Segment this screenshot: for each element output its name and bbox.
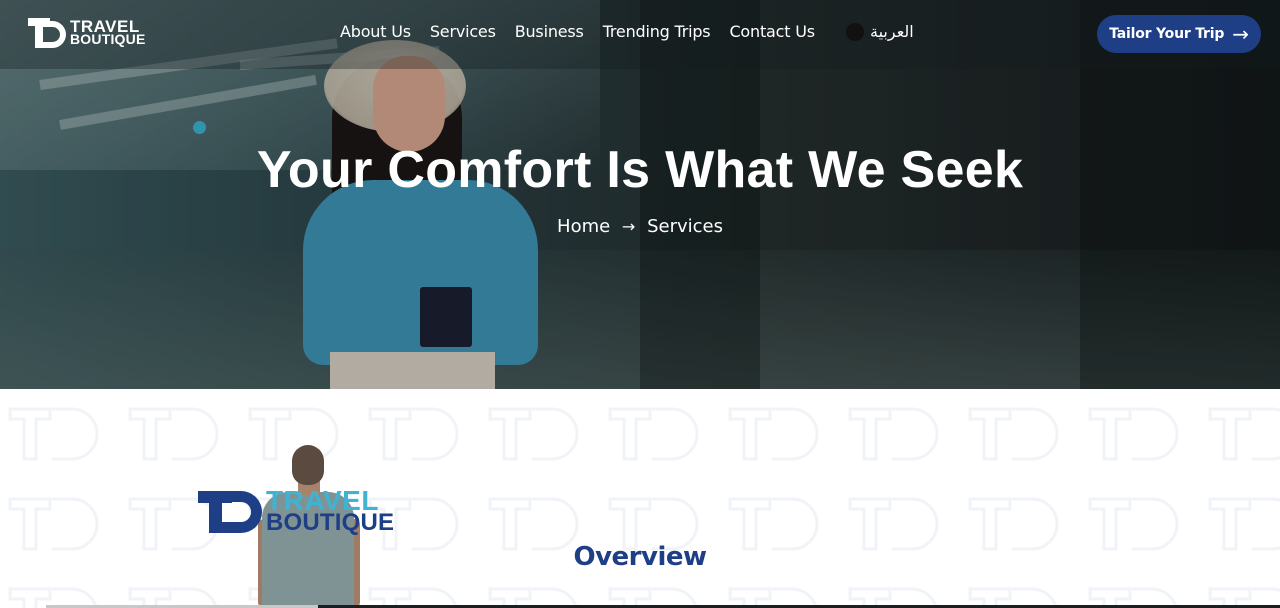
globe-icon: [846, 22, 864, 41]
language-switcher[interactable]: العربية: [846, 22, 914, 41]
tailor-your-trip-button[interactable]: Tailor Your Trip →: [1097, 15, 1261, 53]
brand-logo-icon: [28, 18, 68, 48]
brand-wordmark: TRAVEL BOUTIQUE: [266, 487, 395, 536]
main-menu: About Us Services Business Trending Trip…: [340, 22, 834, 41]
section-title: Overview: [573, 542, 707, 572]
brand-logo-icon: [198, 487, 264, 537]
brand-line-2: BOUTIQUE: [266, 509, 395, 536]
man-image-head: [292, 445, 324, 485]
logo-line-2: BOUTIQUE: [70, 31, 146, 47]
background-pattern: [0, 389, 1280, 608]
cta-label: Tailor Your Trip: [1109, 26, 1225, 42]
arrow-right-icon: →: [1232, 22, 1249, 46]
arrow-right-icon: →: [621, 217, 636, 236]
top-navigation: TRAVEL BOUTIQUE About Us Services Busine…: [0, 0, 1280, 69]
breadcrumb-home-link[interactable]: Home: [557, 216, 610, 237]
nav-business[interactable]: Business: [515, 22, 584, 41]
section-brand-logo: TRAVEL BOUTIQUE: [198, 487, 394, 537]
nav-trending-trips[interactable]: Trending Trips: [603, 22, 711, 41]
overview-section: TRAVEL BOUTIQUE Overview: [0, 389, 1280, 608]
breadcrumb: Home → Services: [0, 216, 1280, 237]
language-label: العربية: [870, 22, 914, 41]
nav-about-us[interactable]: About Us: [340, 22, 411, 41]
page-title: Your Comfort Is What We Seek: [256, 141, 1024, 199]
nav-contact-us[interactable]: Contact Us: [729, 22, 815, 41]
site-logo-link[interactable]: TRAVEL BOUTIQUE: [28, 17, 154, 49]
nav-services[interactable]: Services: [430, 22, 496, 41]
breadcrumb-current: Services: [647, 216, 723, 237]
logo-wordmark: TRAVEL BOUTIQUE: [70, 18, 146, 47]
